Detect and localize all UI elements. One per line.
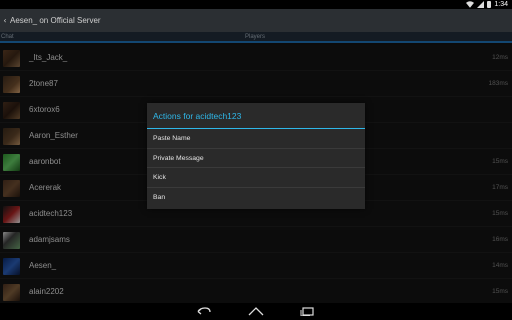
ban-button[interactable]: Ban	[147, 188, 365, 208]
signal-icon	[477, 1, 485, 8]
status-bar: 1:34	[0, 0, 512, 9]
battery-icon	[487, 1, 492, 8]
home-icon[interactable]	[248, 305, 264, 317]
actions-dialog: Actions for acidtech123 Paste Name Priva…	[147, 103, 365, 209]
kick-button[interactable]: Kick	[147, 168, 365, 188]
paste-name-button[interactable]: Paste Name	[147, 129, 365, 149]
navigation-bar	[0, 303, 512, 320]
dialog-title: Actions for acidtech123	[147, 103, 365, 129]
private-message-button[interactable]: Private Message	[147, 149, 365, 168]
app-title[interactable]: Aesen_ on Official Server	[10, 16, 101, 25]
recent-apps-icon[interactable]	[299, 305, 315, 317]
wifi-icon	[466, 1, 475, 8]
status-icons: 1:34	[466, 0, 508, 9]
status-time: 1:34	[494, 1, 508, 8]
action-bar: ‹ Aesen_ on Official Server	[0, 9, 512, 32]
chevron-left-icon[interactable]: ‹	[0, 9, 10, 32]
back-icon[interactable]	[196, 305, 212, 317]
